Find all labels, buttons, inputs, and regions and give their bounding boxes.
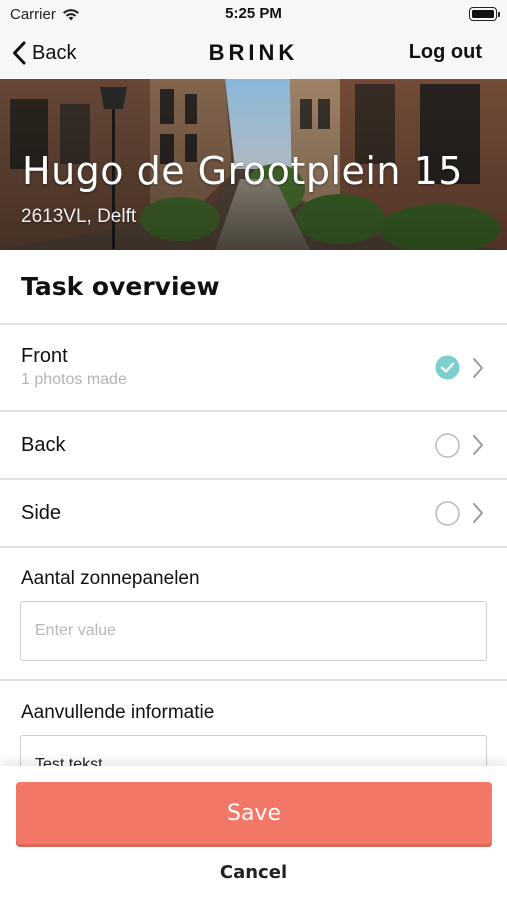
solar-panels-input[interactable] xyxy=(20,601,487,661)
task-overview-title: Task overview xyxy=(21,272,220,301)
task-row-back[interactable]: Back xyxy=(0,412,507,478)
divider xyxy=(0,679,507,681)
chevron-right-icon xyxy=(473,358,483,378)
status-bar: Carrier 5:25 PM xyxy=(0,0,507,28)
action-panel: Save Cancel xyxy=(0,766,507,900)
field-label-additional-info: Aanvullende informatie xyxy=(21,702,215,723)
chevron-right-icon xyxy=(473,503,483,523)
field-label-solar-panels: Aantal zonnepanelen xyxy=(21,568,200,589)
empty-circle-icon xyxy=(435,501,460,526)
address-title: Hugo de Grootplein 15 xyxy=(22,149,463,193)
empty-circle-icon xyxy=(435,433,460,458)
nav-bar: Back BRINK Log out xyxy=(0,28,507,79)
address-subtitle: 2613VL, Delft xyxy=(21,206,137,227)
status-time: 5:25 PM xyxy=(225,5,282,22)
battery-icon xyxy=(469,7,500,21)
cancel-button[interactable]: Cancel xyxy=(0,862,507,883)
save-button[interactable]: Save xyxy=(16,782,492,844)
task-sublabel: 1 photos made xyxy=(21,371,127,388)
task-label: Front xyxy=(21,345,68,367)
check-circle-icon xyxy=(435,355,460,380)
task-label: Back xyxy=(21,434,66,456)
chevron-right-icon xyxy=(473,435,483,455)
task-row-side[interactable]: Side xyxy=(0,480,507,546)
task-label: Side xyxy=(21,502,62,524)
logout-button[interactable]: Log out xyxy=(409,41,482,64)
hero-banner: Hugo de Grootplein 15 2613VL, Delft xyxy=(0,79,507,250)
divider xyxy=(0,546,507,548)
task-row-front[interactable]: Front 1 photos made xyxy=(0,325,507,410)
